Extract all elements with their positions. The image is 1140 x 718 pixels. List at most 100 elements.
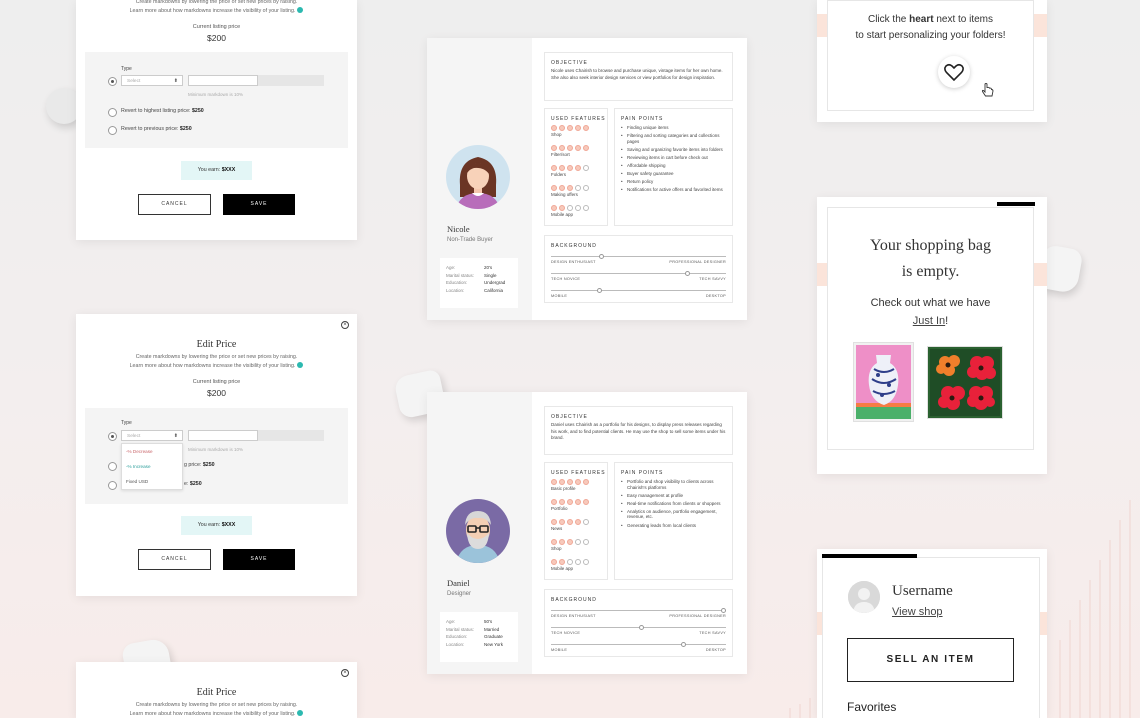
revert-previous-label: Revert to previous price: $250 (121, 126, 192, 132)
earnings-badge: You earn: $XXX (181, 516, 252, 535)
objective-title: OBJECTIVE (551, 60, 588, 66)
rating-dot (559, 519, 565, 525)
dropdown-option-increase[interactable]: -% Increase (122, 459, 182, 474)
heart-icon (944, 63, 964, 82)
rating-dot (551, 479, 557, 485)
revert-highest-label: Revert to highest listing price: $250 (121, 108, 204, 114)
avatar (446, 145, 510, 209)
rating-dot (575, 539, 581, 545)
favorites-link[interactable]: Favorites (847, 700, 896, 714)
rating-dot (551, 205, 557, 211)
favorites-empty-card: Click the heart next to items to start p… (817, 0, 1047, 122)
rating-dot (551, 519, 557, 525)
rating-dot (551, 165, 557, 171)
rating-dot (583, 125, 589, 131)
heart-button[interactable] (938, 56, 970, 88)
rating-dot (583, 145, 589, 151)
info-icon[interactable] (297, 361, 304, 368)
cancel-button[interactable]: CANCEL (138, 549, 211, 570)
rating-dot (567, 519, 573, 525)
rating-dot (567, 205, 573, 211)
type-dropdown-menu: -% Decrease -% Increase Fixed USD (121, 443, 183, 490)
revert-previous-radio[interactable] (108, 481, 117, 490)
rating-dot (583, 479, 589, 485)
pain-points-list: Finding unique itemsFiltering and sortin… (621, 125, 728, 195)
product-thumbnail-flowers[interactable] (927, 346, 1003, 419)
current-price-label: Current listing price (192, 24, 241, 30)
persona-name: Nicole (447, 224, 470, 234)
rating-dot (567, 125, 573, 131)
edit-price-description: Create markdowns by lowering the price o… (76, 0, 357, 15)
active-indicator (822, 554, 917, 558)
edit-price-title: Edit Price (196, 687, 237, 698)
edit-price-card: Create markdowns by lowering the price o… (76, 0, 357, 240)
type-select[interactable]: Select ⬍ (121, 430, 183, 441)
pain-points-title: PAIN POINTS (621, 470, 664, 476)
type-select[interactable]: Select ⬍ (121, 75, 183, 86)
dropdown-option-decrease[interactable]: -% Decrease (122, 444, 182, 459)
info-icon[interactable] (297, 6, 304, 13)
close-icon[interactable]: × (341, 669, 349, 677)
rating-dot (551, 125, 557, 131)
feature-rating: Making offers (551, 185, 589, 197)
just-in-link[interactable]: Just In (913, 315, 945, 327)
rating-dot (551, 559, 557, 565)
rating-dot (551, 185, 557, 191)
rating-dot (567, 499, 573, 505)
persona-name: Daniel (447, 578, 470, 588)
rating-dot (583, 539, 589, 545)
amount-input[interactable] (188, 430, 258, 441)
rating-dot (559, 125, 565, 131)
feature-rating: Basic profile (551, 479, 589, 491)
feature-rating: Filter/sort (551, 145, 589, 157)
edit-price-description: Create markdowns by lowering the price o… (76, 353, 357, 370)
sell-item-button[interactable]: SELL AN ITEM (847, 638, 1014, 682)
revert-previous-radio[interactable] (108, 126, 117, 135)
amount-input[interactable] (188, 75, 258, 86)
persona-info-box: Age: 50's Marital status: Married Educatio… (440, 612, 518, 662)
avatar[interactable] (848, 581, 880, 613)
rating-dot (551, 539, 557, 545)
markdown-hint: Minimum markdown is 10% (188, 447, 244, 452)
feature-rating: Portfolio (551, 499, 589, 511)
type-radio[interactable] (108, 432, 117, 441)
used-features-box: USED FEATURES Shop Filter/sort Folders M… (544, 108, 608, 226)
revert-highest-label: g price: $250 (184, 462, 215, 468)
persona-role: Designer (447, 591, 472, 597)
rating-dot (575, 205, 581, 211)
edit-price-card: × Edit Price Create markdowns by lowerin… (76, 662, 357, 718)
earnings-badge: You earn: $XXX (181, 161, 252, 180)
revert-highest-radio[interactable] (108, 462, 117, 471)
type-radio[interactable] (108, 77, 117, 86)
close-icon[interactable]: × (341, 321, 349, 329)
rating-dot (559, 205, 565, 211)
active-indicator (997, 202, 1035, 206)
current-price-value: $200 (207, 388, 226, 398)
amount-input-suffix (258, 75, 324, 86)
rating-dot (575, 479, 581, 485)
view-shop-link[interactable]: View shop (892, 606, 943, 618)
save-button[interactable]: SAVE (223, 549, 295, 570)
markdown-hint: Minimum markdown is 10% (188, 92, 244, 97)
rating-dot (583, 205, 589, 211)
user-icon (848, 581, 880, 613)
edit-price-title: Edit Price (196, 339, 237, 350)
objective-title: OBJECTIVE (551, 414, 588, 420)
rating-dot (583, 185, 589, 191)
persona-card-daniel: Daniel Designer Age: 50's Marital status:… (427, 392, 747, 674)
user-menu-card: Username View shop SELL AN ITEM Favorite… (817, 549, 1047, 718)
rating-dot (559, 479, 565, 485)
used-features-title: USED FEATURES (551, 116, 606, 122)
product-thumbnail-vase[interactable] (853, 342, 914, 422)
rating-dot (583, 559, 589, 565)
rating-dot (575, 165, 581, 171)
rating-dot (575, 559, 581, 565)
current-price-label: Current listing price (192, 379, 241, 385)
cancel-button[interactable]: CANCEL (138, 194, 211, 215)
revert-highest-radio[interactable] (108, 108, 117, 117)
avatar (446, 499, 510, 563)
background-title: BACKGROUND (551, 597, 597, 603)
save-button[interactable]: SAVE (223, 194, 295, 215)
info-icon[interactable] (297, 709, 304, 716)
dropdown-option-fixed[interactable]: Fixed USD (122, 474, 182, 489)
